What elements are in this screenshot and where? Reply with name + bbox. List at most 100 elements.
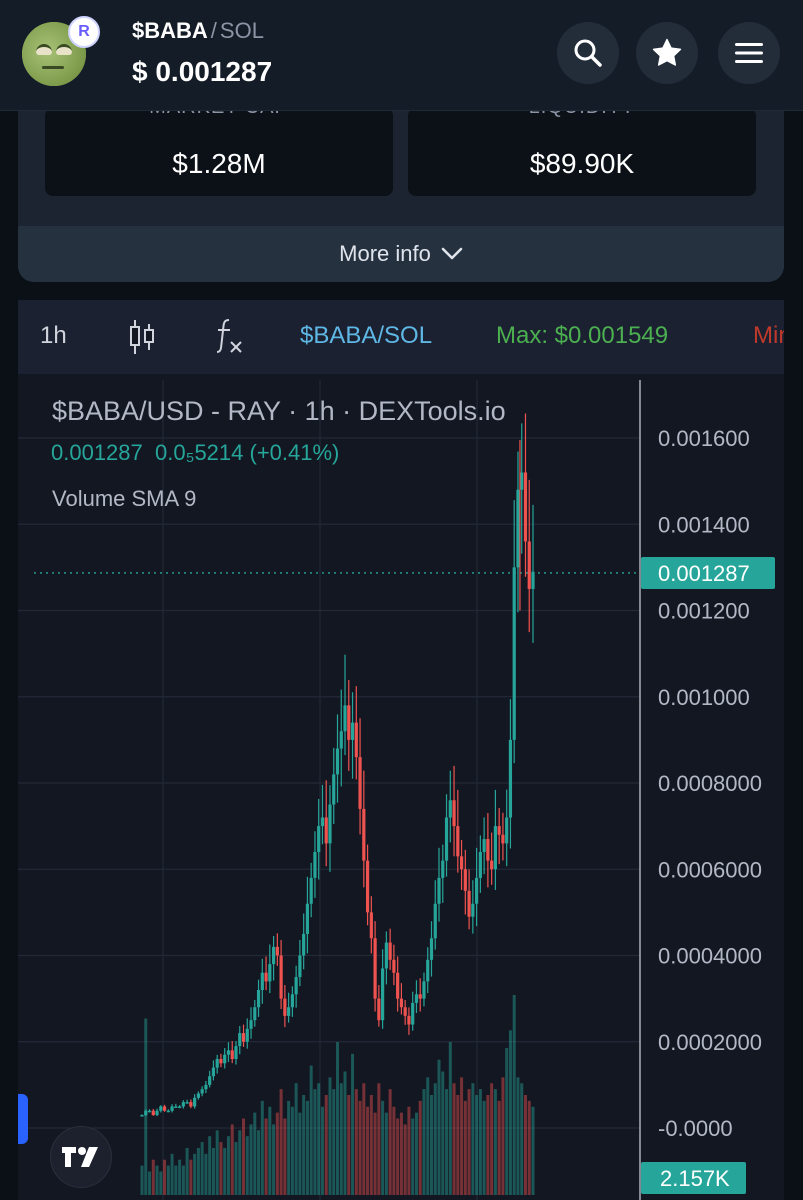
- candle-body: [463, 869, 467, 891]
- candle-body: [335, 748, 340, 775]
- market-cap-value: $1.28M: [172, 148, 266, 179]
- more-info-button[interactable]: More info: [18, 226, 784, 282]
- volume-bar: [290, 1106, 294, 1195]
- candle-body: [159, 1106, 163, 1111]
- volume-bar: [155, 1165, 159, 1195]
- raydium-badge-icon: R: [68, 16, 100, 48]
- volume-bar: [445, 1089, 449, 1195]
- candle-body: [377, 998, 381, 1021]
- interval-selector[interactable]: 1h: [40, 322, 67, 350]
- candle-body: [422, 981, 426, 999]
- pair-link[interactable]: $BABA/SOL: [300, 322, 432, 350]
- menu-button[interactable]: [718, 22, 780, 84]
- candle-body: [444, 817, 449, 861]
- search-button[interactable]: [557, 22, 619, 84]
- function-fx-icon: [216, 319, 242, 353]
- volume-bar: [166, 1165, 170, 1195]
- candle-body: [467, 890, 471, 917]
- volume-bar: [170, 1153, 174, 1195]
- volume-sma-legend[interactable]: Volume SMA 9: [52, 486, 196, 512]
- candle-body: [332, 774, 336, 805]
- volume-bar: [313, 1089, 317, 1195]
- volume-bar: [302, 1095, 306, 1195]
- quote-symbol: SOL: [219, 18, 264, 43]
- token-price: $ 0.001287: [132, 56, 273, 87]
- volume-bar: [366, 1106, 370, 1195]
- volume-bar: [305, 1100, 309, 1195]
- volume-bar: [358, 1100, 362, 1195]
- candle-body: [411, 1002, 415, 1025]
- volume-bar: [249, 1124, 253, 1195]
- volume-bar: [260, 1100, 264, 1195]
- candle-body: [433, 903, 437, 939]
- price-tick-label: -0.0000: [658, 1116, 733, 1141]
- avatar-eye: [36, 44, 52, 55]
- volume-bar: [294, 1083, 298, 1195]
- price-tick-label: 0.001600: [658, 426, 750, 451]
- tradingview-logo[interactable]: [50, 1126, 112, 1188]
- volume-bar: [362, 1083, 366, 1195]
- candle-body: [493, 826, 498, 870]
- candle-body: [305, 903, 310, 934]
- token-stats-panel: MARKET CAP $1.28M LIQUIDITY $89.90K More…: [18, 100, 784, 282]
- volume-bar: [490, 1083, 494, 1195]
- volume-bar: [320, 1106, 324, 1195]
- candle-body: [354, 722, 358, 758]
- candle-body: [520, 472, 524, 490]
- volume-bar: [422, 1089, 426, 1195]
- volume-bar: [185, 1147, 189, 1195]
- volume-bar: [384, 1112, 388, 1195]
- side-drawer-tab[interactable]: [18, 1094, 28, 1144]
- star-icon: [652, 38, 682, 66]
- chart-legend-title: $BABA/USD - RAY · 1h · DEXTools.io: [52, 396, 506, 426]
- volume-bar: [516, 1077, 520, 1195]
- indicators-button[interactable]: [214, 316, 244, 363]
- volume-bar: [242, 1118, 246, 1195]
- volume-bar: [245, 1136, 249, 1195]
- candle-body: [478, 852, 482, 878]
- top-header: R $BABA / SOL $ 0.001287: [0, 0, 803, 111]
- candle-body: [429, 938, 434, 960]
- legend-last-price: 0.001287: [51, 440, 143, 465]
- candle-body: [298, 955, 302, 978]
- volume-bar: [230, 1124, 234, 1195]
- volume-bar: [268, 1106, 272, 1195]
- chart-legend-values: 0.001287 0.0₅5214 (+0.41%): [51, 440, 339, 466]
- candle-body: [497, 826, 501, 835]
- candle-body: [174, 1106, 178, 1108]
- candle-body: [441, 860, 445, 878]
- candle-body: [437, 877, 441, 904]
- volume-bar: [478, 1089, 482, 1195]
- volume-tag-label: 2.157K: [660, 1166, 730, 1191]
- candle-body: [388, 942, 392, 960]
- volume-bar: [234, 1142, 238, 1195]
- volume-bar: [219, 1142, 223, 1195]
- candles: [140, 413, 535, 1117]
- volume-bar: [226, 1136, 230, 1195]
- volume-bar: [463, 1100, 467, 1195]
- candle-body: [275, 946, 279, 956]
- candle-body: [215, 1059, 219, 1068]
- candle-body: [482, 839, 486, 852]
- volume-bar: [520, 1083, 524, 1195]
- volume-bar: [388, 1089, 392, 1195]
- volume-bar: [527, 1100, 531, 1195]
- candles-toggle[interactable]: [128, 318, 156, 363]
- volume-bar: [279, 1089, 283, 1195]
- chart-toolbar: 1h $BABA/SOL Max: $0.001549 Min: [18, 300, 784, 374]
- candle-body: [328, 804, 332, 844]
- candle-body: [531, 571, 535, 589]
- volume-bar: [505, 1047, 509, 1195]
- volume-bar: [531, 1106, 535, 1195]
- token-avatar[interactable]: R: [22, 16, 100, 86]
- volume-bar: [215, 1130, 219, 1195]
- volume-bar: [148, 1171, 152, 1195]
- volume-bar: [336, 1042, 339, 1195]
- volume-bar: [392, 1106, 396, 1195]
- volume-bar: [317, 1083, 321, 1195]
- volume-bar: [369, 1095, 373, 1195]
- volume-bar: [456, 1095, 460, 1195]
- candle-body: [181, 1102, 185, 1107]
- candle-body: [155, 1110, 159, 1116]
- favorite-button[interactable]: [636, 22, 698, 84]
